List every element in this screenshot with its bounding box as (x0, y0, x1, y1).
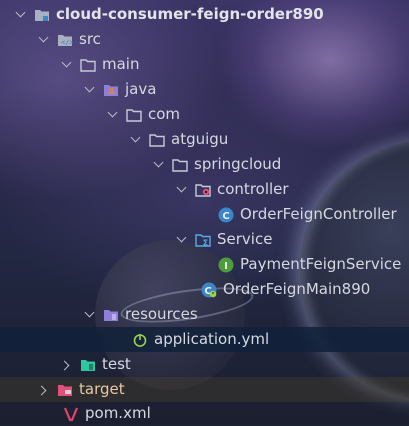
tree-node-label: src (79, 30, 101, 48)
tree-node-resources[interactable]: resources (0, 302, 409, 327)
tree-node-application-yml[interactable]: application.yml (0, 327, 409, 352)
spring-boot-main-class-icon: C (201, 282, 217, 298)
resources-folder-icon (103, 307, 119, 323)
spring-config-file-icon (132, 332, 148, 348)
tree-node-label: com (148, 105, 181, 123)
tree-node-order-feign-controller[interactable]: C OrderFeignController (0, 202, 409, 227)
tree-node-label: target (79, 380, 125, 398)
tree-node-java[interactable]: java (0, 77, 409, 102)
chevron-down-icon[interactable] (61, 60, 71, 70)
interface-icon: I (218, 257, 234, 273)
service-package-icon: Σ (195, 232, 211, 248)
chevron-right-icon[interactable] (61, 360, 71, 370)
tree-node-service[interactable]: Σ Service (0, 227, 409, 252)
tree-node-label: pom.xml (85, 404, 151, 422)
svg-text:</>: </> (61, 38, 73, 46)
svg-text:I: I (224, 261, 228, 272)
tree-node-label: OrderFeignController (240, 205, 397, 223)
package-icon (126, 107, 142, 123)
tree-node-springcloud[interactable]: springcloud (0, 152, 409, 177)
chevron-down-icon[interactable] (15, 10, 25, 20)
tree-node-label: controller (217, 180, 289, 198)
tree-node-atguigu[interactable]: atguigu (0, 127, 409, 152)
chevron-down-icon[interactable] (38, 35, 48, 45)
tree-node-module-root[interactable]: cloud-consumer-feign-order890 (0, 2, 409, 27)
tree-node-order-feign-main[interactable]: C OrderFeignMain890 (0, 277, 409, 302)
excluded-folder-icon (57, 382, 73, 398)
tree-node-label: Service (217, 230, 273, 248)
svg-text:Σ: Σ (203, 238, 208, 247)
chevron-right-icon[interactable] (38, 385, 48, 395)
tree-node-label: OrderFeignMain890 (223, 280, 371, 298)
chevron-down-icon[interactable] (153, 160, 163, 170)
package-icon (172, 157, 188, 173)
java-source-folder-icon (103, 82, 119, 98)
test-folder-icon (80, 357, 96, 373)
tree-node-payment-feign-service[interactable]: I PaymentFeignService (0, 252, 409, 277)
source-folder-icon: </> (57, 32, 74, 48)
tree-node-label: application.yml (154, 330, 270, 348)
tree-node-label: springcloud (194, 155, 282, 173)
tree-node-target[interactable]: target (0, 377, 409, 402)
module-folder-icon (34, 7, 50, 23)
tree-node-label: atguigu (171, 130, 229, 148)
chevron-down-icon[interactable] (84, 85, 94, 95)
package-icon (149, 132, 165, 148)
chevron-down-icon[interactable] (176, 185, 186, 195)
tree-node-label: resources (125, 305, 198, 323)
tree-node-label: cloud-consumer-feign-order890 (56, 5, 324, 23)
svg-text:C: C (222, 211, 229, 222)
tree-node-label: PaymentFeignService (240, 255, 402, 273)
tree-node-label: test (102, 355, 131, 373)
controller-package-icon (195, 182, 211, 198)
tree-node-main[interactable]: main (0, 52, 409, 77)
tree-node-pom-xml[interactable]: pom.xml (0, 401, 409, 426)
chevron-down-icon[interactable] (176, 235, 186, 245)
tree-node-test[interactable]: test (0, 352, 409, 377)
tree-node-controller[interactable]: controller (0, 177, 409, 202)
chevron-down-icon[interactable] (107, 110, 117, 120)
folder-icon (80, 57, 96, 73)
class-icon: C (218, 207, 234, 223)
tree-node-label: java (125, 80, 157, 98)
tree-node-label: main (102, 55, 140, 73)
tree-node-src[interactable]: </> src (0, 27, 409, 52)
chevron-down-icon[interactable] (84, 310, 94, 320)
maven-icon (63, 406, 79, 422)
chevron-down-icon[interactable] (130, 135, 140, 145)
tree-node-com[interactable]: com (0, 102, 409, 127)
